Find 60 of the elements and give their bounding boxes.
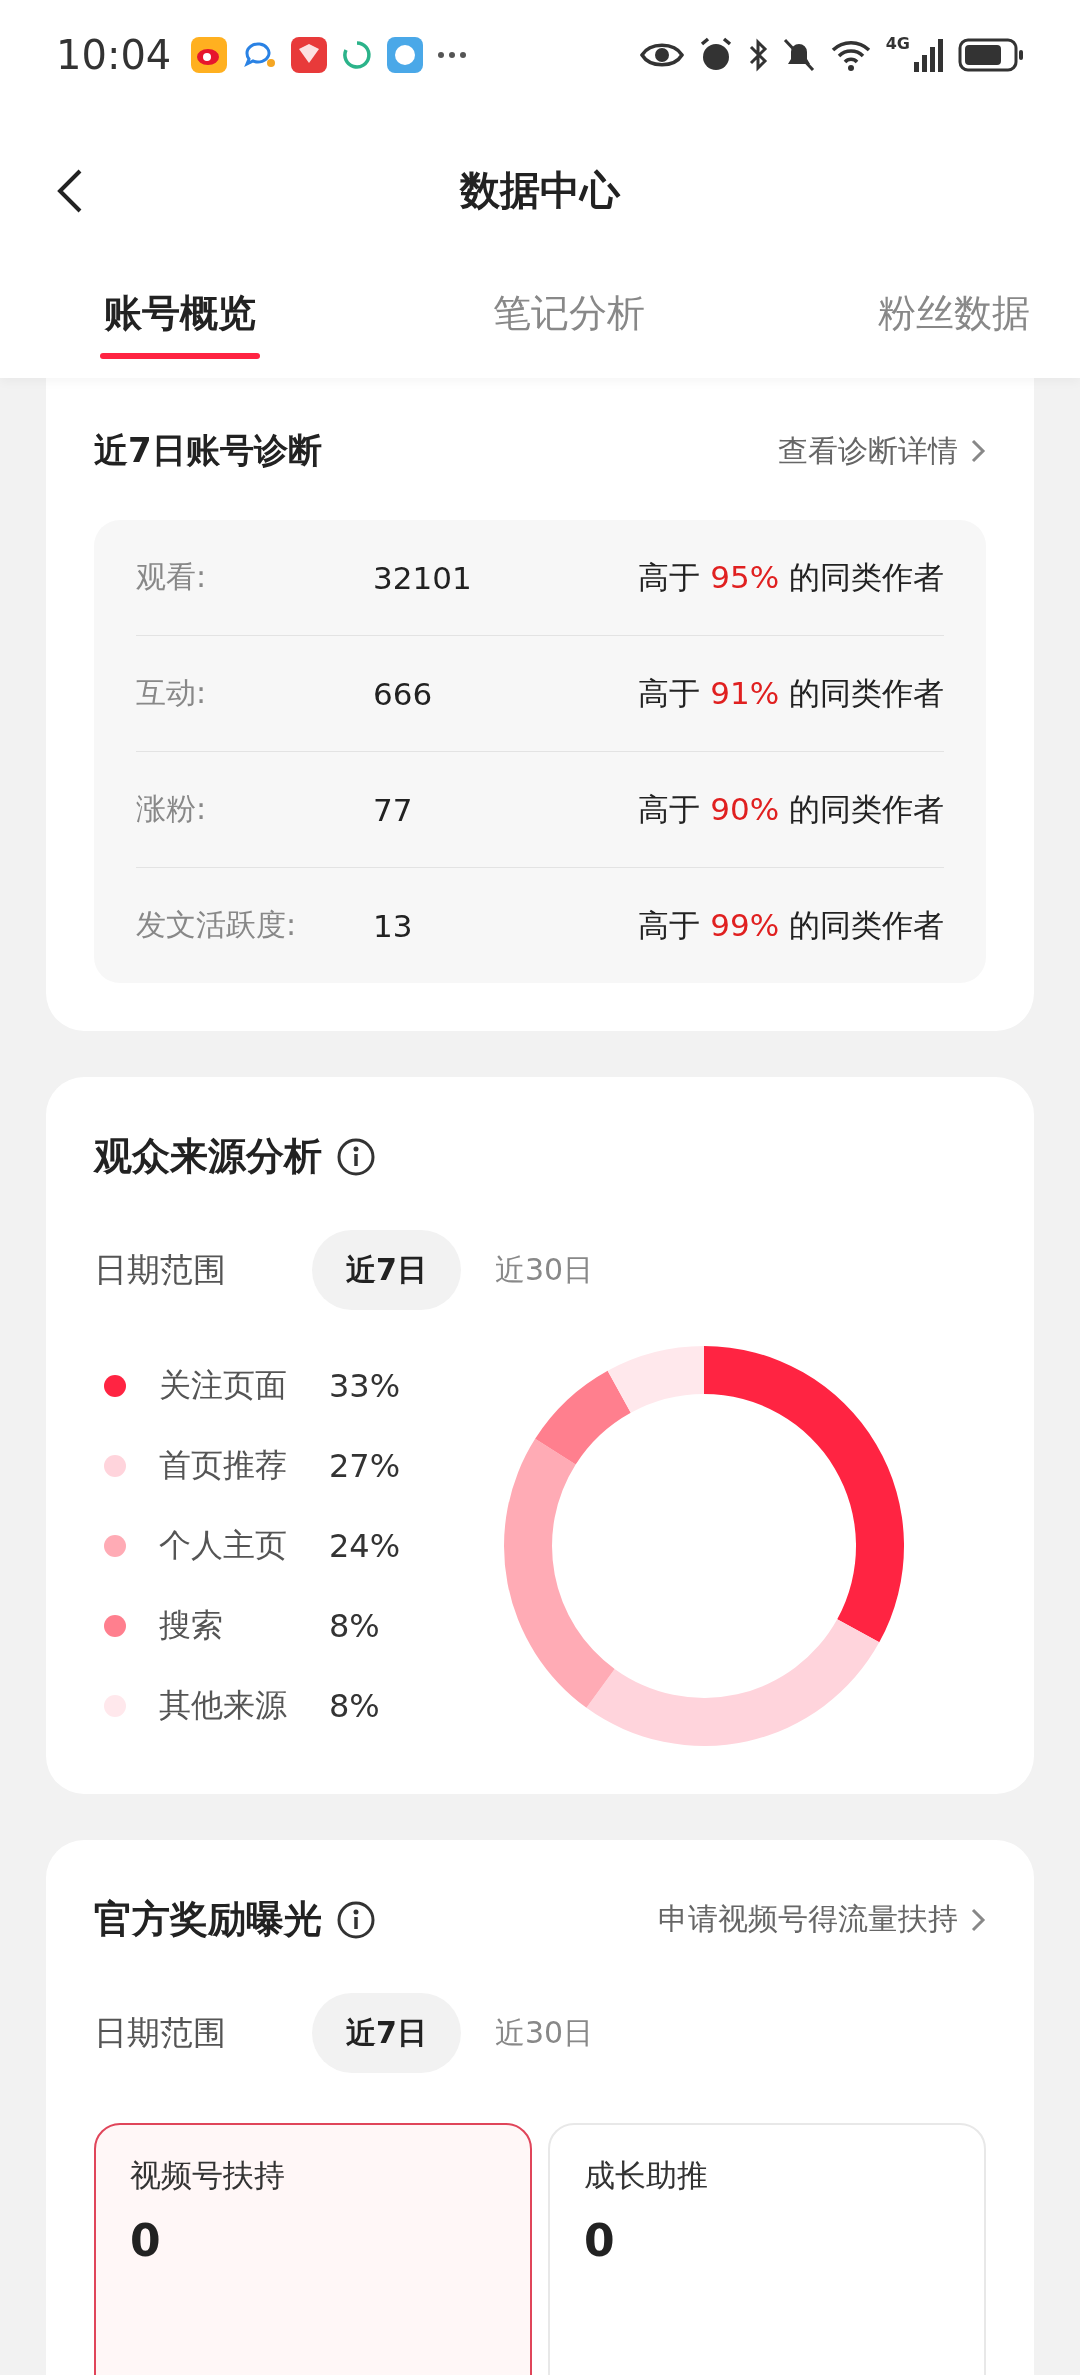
legend-percent: 8%: [329, 1687, 380, 1725]
tab[interactable]: 粉丝数据: [878, 270, 1030, 378]
signal-icon: [914, 38, 944, 72]
date-range-option[interactable]: 近7日: [312, 1993, 461, 2073]
refresh-icon: [341, 39, 374, 71]
chevron-right-icon: [970, 1906, 986, 1933]
comparison-text: 高于 91% 的同类作者: [638, 673, 944, 713]
wifi-icon: [829, 38, 872, 72]
comparison-text: 高于 95% 的同类作者: [638, 557, 944, 597]
metric-value: 13: [373, 907, 414, 944]
bluetooth-icon: [747, 37, 768, 73]
app-notification-icon: [387, 37, 424, 73]
metric-card[interactable]: 成长助推 0: [548, 2123, 986, 2375]
page-title: 数据中心: [460, 165, 620, 215]
legend-percent: 24%: [329, 1527, 401, 1565]
clock: 10:04: [56, 32, 172, 78]
app-notification-icon: [191, 37, 228, 73]
metric-value: 666: [373, 675, 434, 712]
metric-card-label: 成长助推: [584, 2156, 709, 2195]
legend-percent: 33%: [329, 1367, 401, 1405]
diagnosis-details-link[interactable]: 查看诊断详情: [778, 430, 986, 472]
info-icon[interactable]: [336, 1136, 376, 1177]
battery-icon: [958, 38, 1024, 72]
date-range-option[interactable]: 近7日: [312, 1230, 461, 1310]
metric-card-label: 视频号扶持: [130, 2156, 286, 2195]
metric-value: 32101: [373, 559, 473, 596]
comparison-text: 高于 99% 的同类作者: [638, 905, 944, 945]
network-type: 4G: [885, 34, 910, 53]
date-range-option[interactable]: 近30日: [460, 1993, 628, 2073]
app-notification-icon: [291, 37, 328, 73]
metric-card[interactable]: 视频号扶持 0: [94, 2123, 532, 2375]
metric-card-value: 0: [584, 2215, 616, 2266]
legend-label: 关注页面: [159, 1365, 288, 1406]
metric-value: 77: [373, 791, 414, 828]
more-icon: [437, 51, 468, 59]
date-range-label: 日期范围: [94, 2011, 227, 2054]
apply-support-link[interactable]: 申请视频号得流量扶持: [658, 1899, 986, 1940]
card-title: 观众来源分析: [94, 1133, 322, 1180]
metric-label: 涨粉:: [136, 790, 208, 828]
card-title: 近7日账号诊断: [94, 429, 322, 472]
card-title: 官方奖励曝光: [94, 1896, 322, 1943]
metric-card-value: 0: [130, 2215, 162, 2266]
back-icon[interactable]: [56, 168, 84, 214]
legend-label: 搜索: [159, 1605, 224, 1646]
legend-label: 个人主页: [159, 1525, 288, 1566]
legend-label: 其他来源: [159, 1685, 288, 1726]
legend-percent: 8%: [329, 1607, 380, 1645]
date-range-option[interactable]: 近30日: [460, 1230, 628, 1310]
date-range-label: 日期范围: [94, 1248, 227, 1291]
metric-label: 观看:: [136, 558, 208, 596]
comparison-text: 高于 90% 的同类作者: [638, 789, 944, 829]
bell-muted-icon: [781, 37, 816, 73]
legend-label: 首页推荐: [159, 1445, 288, 1486]
metric-label: 互动:: [136, 674, 208, 712]
metric-label: 发文活跃度:: [136, 906, 298, 944]
tab[interactable]: 笔记分析: [493, 270, 645, 378]
tab[interactable]: 账号概览: [100, 270, 260, 378]
legend-percent: 27%: [329, 1447, 401, 1485]
chevron-right-icon: [970, 438, 986, 464]
info-icon[interactable]: [336, 1899, 376, 1940]
